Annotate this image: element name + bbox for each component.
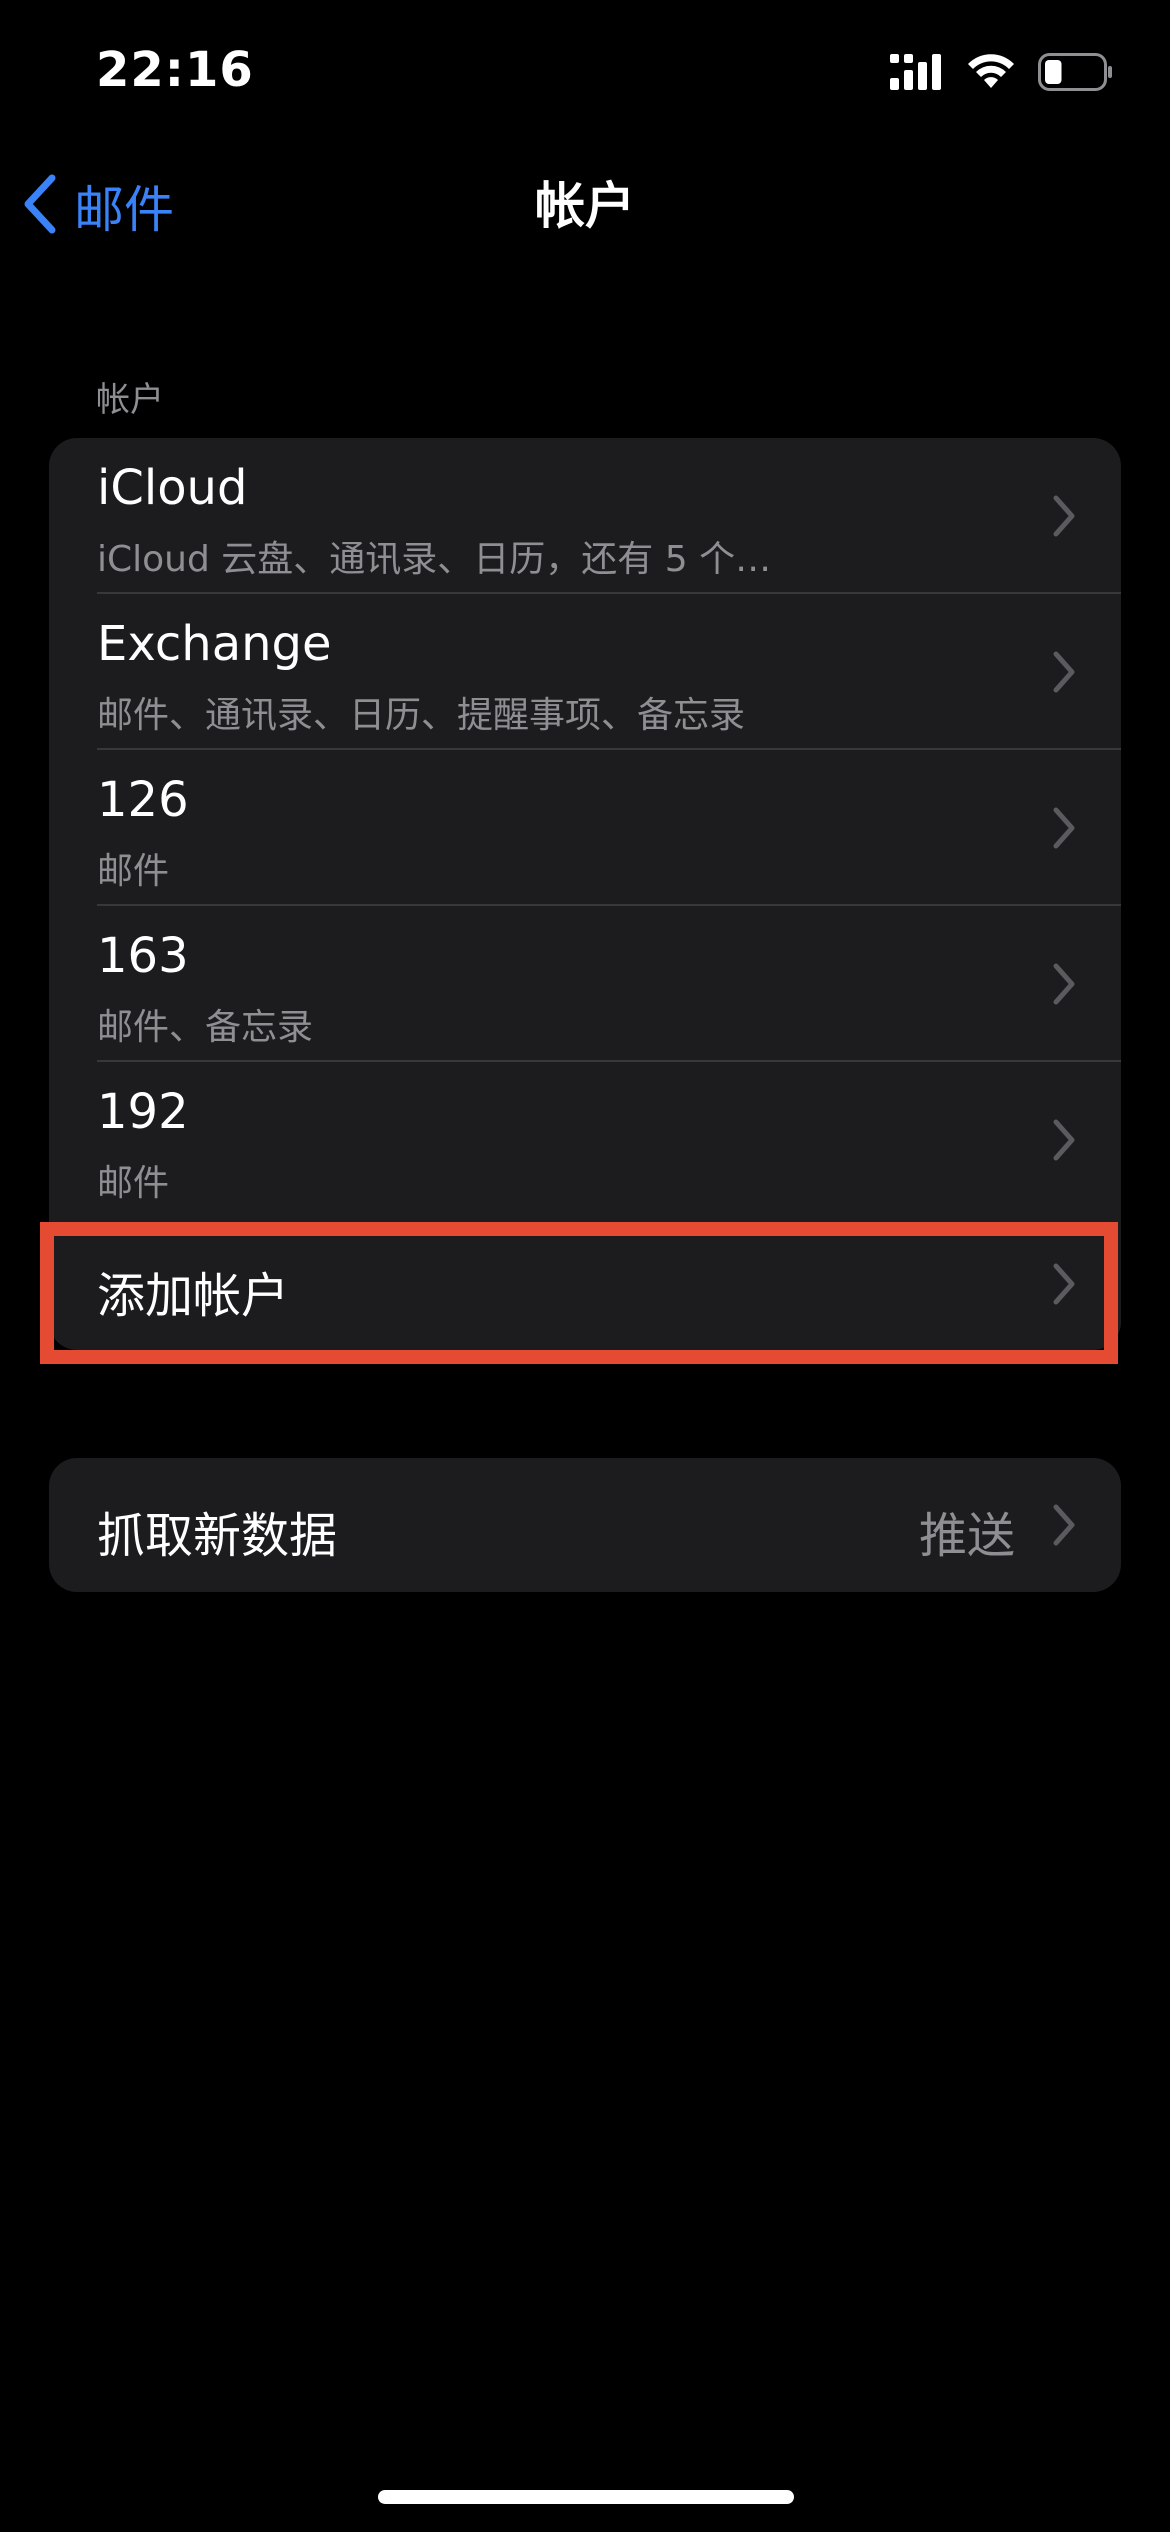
chevron-right-icon	[1053, 807, 1075, 849]
account-title: 192	[97, 1084, 189, 1140]
section-header-accounts: 帐户	[96, 380, 164, 420]
chevron-right-icon	[1053, 1119, 1075, 1161]
battery-icon	[1038, 53, 1114, 95]
wifi-icon	[966, 54, 1016, 94]
account-row-126[interactable]: 126 邮件	[49, 750, 1121, 906]
status-icons	[890, 52, 1114, 96]
account-subtitle: 邮件	[97, 851, 170, 892]
account-title: iCloud	[97, 460, 248, 516]
add-account-label: 添加帐户	[97, 1268, 290, 1324]
accounts-list: iCloud iCloud 云盘、通讯录、日历，还有 5 个… Exchange…	[49, 438, 1121, 1350]
account-subtitle: 邮件、通讯录、日历、提醒事项、备忘录	[97, 695, 746, 736]
account-row-192[interactable]: 192 邮件	[49, 1062, 1121, 1218]
page-title: 帐户	[535, 177, 635, 235]
status-time: 22:16	[96, 42, 254, 98]
chevron-right-icon	[1053, 1263, 1075, 1305]
home-indicator[interactable]	[378, 2490, 794, 2504]
chevron-right-icon	[1053, 1504, 1075, 1546]
account-subtitle: iCloud 云盘、通讯录、日历，还有 5 个…	[97, 539, 772, 580]
account-row-icloud[interactable]: iCloud iCloud 云盘、通讯录、日历，还有 5 个…	[49, 438, 1121, 594]
fetch-new-data-row[interactable]: 抓取新数据 推送	[49, 1458, 1121, 1592]
cellular-signal-icon	[890, 54, 944, 94]
account-title: Exchange	[97, 616, 332, 672]
add-account-button[interactable]: 添加帐户	[49, 1218, 1121, 1350]
status-bar: 22:16	[0, 0, 1170, 150]
account-title: 126	[97, 772, 189, 828]
chevron-right-icon	[1053, 963, 1075, 1005]
fetch-settings-list: 抓取新数据 推送	[49, 1458, 1121, 1592]
account-subtitle: 邮件	[97, 1163, 170, 1204]
fetch-new-data-label: 抓取新数据	[97, 1508, 338, 1564]
navigation-bar: 邮件 帐户	[0, 150, 1170, 262]
account-row-exchange[interactable]: Exchange 邮件、通讯录、日历、提醒事项、备忘录	[49, 594, 1121, 750]
chevron-right-icon	[1053, 495, 1075, 537]
account-row-163[interactable]: 163 邮件、备忘录	[49, 906, 1121, 1062]
account-subtitle: 邮件、备忘录	[97, 1007, 314, 1048]
fetch-new-data-value: 推送	[918, 1508, 1015, 1564]
chevron-right-icon	[1053, 651, 1075, 693]
account-title: 163	[97, 928, 189, 984]
